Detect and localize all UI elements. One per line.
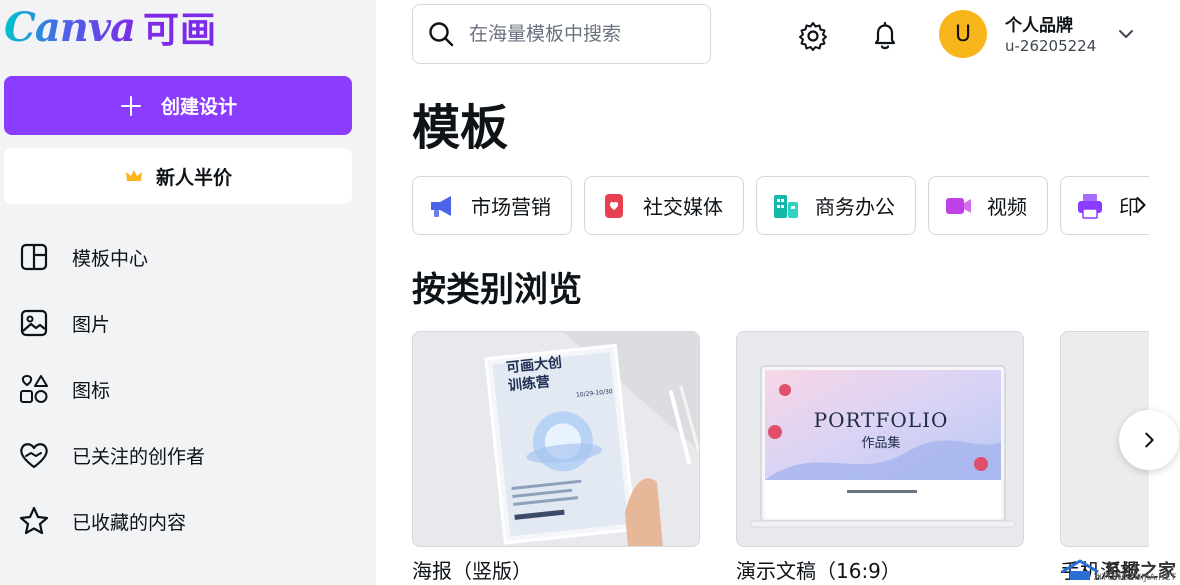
chip-label: 商务办公 bbox=[815, 195, 895, 219]
watermark: 系统之家 XITONGZHIJIA.NET bbox=[1060, 557, 1176, 583]
chip-label: 市场营销 bbox=[471, 195, 551, 219]
chip-marketing[interactable]: 市场营销 bbox=[412, 176, 572, 235]
page-title: 模板 bbox=[412, 100, 509, 156]
chip-label: 社交媒体 bbox=[643, 195, 723, 219]
chips-scroll-next[interactable] bbox=[1130, 190, 1152, 220]
plus-icon bbox=[120, 95, 141, 116]
logo-cn-text: 可画 bbox=[143, 10, 218, 51]
office-building-icon bbox=[774, 194, 798, 218]
search-bar[interactable] bbox=[412, 4, 711, 64]
avatar[interactable]: U bbox=[939, 10, 987, 58]
cards-next-button[interactable] bbox=[1119, 410, 1179, 470]
create-design-button[interactable]: 创建设计 bbox=[4, 76, 352, 135]
promo-label: 新人半价 bbox=[155, 166, 232, 189]
category-chips: 市场营销 社交媒体 商务办公 视频 印 bbox=[412, 176, 1149, 236]
sidebar-item-label: 已关注的创作者 bbox=[72, 445, 206, 468]
category-card-presentation[interactable]: PORTFOLIO 作品集 演示文稿（16:9） bbox=[736, 331, 1024, 584]
image-icon bbox=[20, 309, 48, 337]
chip-label: 视频 bbox=[987, 195, 1027, 219]
shapes-icon bbox=[20, 374, 48, 403]
category-card-poster[interactable]: 可画大创训练营 10/29-10/30 海报（竖版） bbox=[412, 331, 700, 584]
sidebar-item-icons[interactable]: 图标 bbox=[0, 356, 376, 422]
create-design-label: 创建设计 bbox=[160, 96, 237, 118]
watermark-url: XITONGZHIJIA.NET bbox=[1093, 573, 1176, 583]
canva-logo[interactable]: Canva 可画 bbox=[4, 2, 217, 52]
account-id: u-26205224 bbox=[1005, 37, 1097, 55]
chevron-down-icon[interactable] bbox=[1116, 24, 1136, 44]
search-icon bbox=[429, 22, 454, 47]
account-name[interactable]: 个人品牌 bbox=[1005, 11, 1073, 36]
social-heart-icon bbox=[605, 193, 623, 218]
search-input[interactable] bbox=[469, 23, 689, 45]
gear-icon bbox=[799, 22, 827, 51]
sidebar-item-favorites[interactable]: 已收藏的内容 bbox=[0, 488, 376, 554]
star-icon bbox=[19, 506, 49, 535]
crown-icon bbox=[125, 170, 142, 181]
sidebar: Canva 可画 创建设计 新人半价 模板中心 图片 图标 已关注的创作者 已收… bbox=[0, 0, 376, 585]
chip-social-media[interactable]: 社交媒体 bbox=[584, 176, 744, 235]
logo-text: Canva bbox=[4, 3, 136, 51]
sidebar-item-label: 图片 bbox=[72, 313, 111, 336]
settings-button[interactable] bbox=[793, 16, 833, 56]
presentation-thumb-subtitle: 作品集 bbox=[861, 436, 901, 451]
promo-button[interactable]: 新人半价 bbox=[4, 148, 352, 204]
sidebar-nav: 模板中心 图片 图标 已关注的创作者 已收藏的内容 bbox=[0, 224, 376, 554]
sidebar-item-images[interactable]: 图片 bbox=[0, 290, 376, 356]
bell-icon bbox=[874, 21, 896, 50]
card-thumbnail[interactable]: PORTFOLIO 作品集 bbox=[736, 331, 1024, 547]
printer-icon bbox=[1078, 193, 1102, 219]
sidebar-item-label: 图标 bbox=[72, 379, 111, 402]
category-cards: 可画大创训练营 10/29-10/30 海报（竖版） PORTFOLIO 作品集… bbox=[412, 331, 1149, 585]
megaphone-icon bbox=[431, 195, 451, 217]
video-camera-icon bbox=[946, 197, 971, 214]
sidebar-item-followed-creators[interactable]: 已关注的创作者 bbox=[0, 422, 376, 488]
template-icon bbox=[20, 243, 48, 271]
presentation-thumb-title: PORTFOLIO bbox=[813, 408, 949, 432]
section-title: 按类别浏览 bbox=[412, 270, 582, 310]
notifications-button[interactable] bbox=[865, 16, 905, 56]
card-label: 海报（竖版） bbox=[412, 559, 532, 583]
chip-video[interactable]: 视频 bbox=[928, 176, 1048, 235]
sidebar-item-label: 模板中心 bbox=[72, 247, 149, 270]
card-label: 演示文稿（16:9） bbox=[736, 559, 901, 583]
main-content: U 个人品牌 u-26205224 模板 市场营销 社交媒体 商务办公 视频 bbox=[376, 0, 1180, 585]
card-thumbnail[interactable]: 可画大创训练营 10/29-10/30 bbox=[412, 331, 700, 547]
heart-hand-icon bbox=[20, 443, 48, 469]
poster-thumb-title: 可画大创训练营 bbox=[505, 354, 563, 395]
sidebar-item-template-center[interactable]: 模板中心 bbox=[0, 224, 376, 290]
sidebar-item-label: 已收藏的内容 bbox=[72, 511, 187, 534]
chevron-right-icon bbox=[1136, 196, 1146, 214]
chip-business-office[interactable]: 商务办公 bbox=[756, 176, 916, 235]
chevron-right-icon bbox=[1145, 432, 1154, 448]
